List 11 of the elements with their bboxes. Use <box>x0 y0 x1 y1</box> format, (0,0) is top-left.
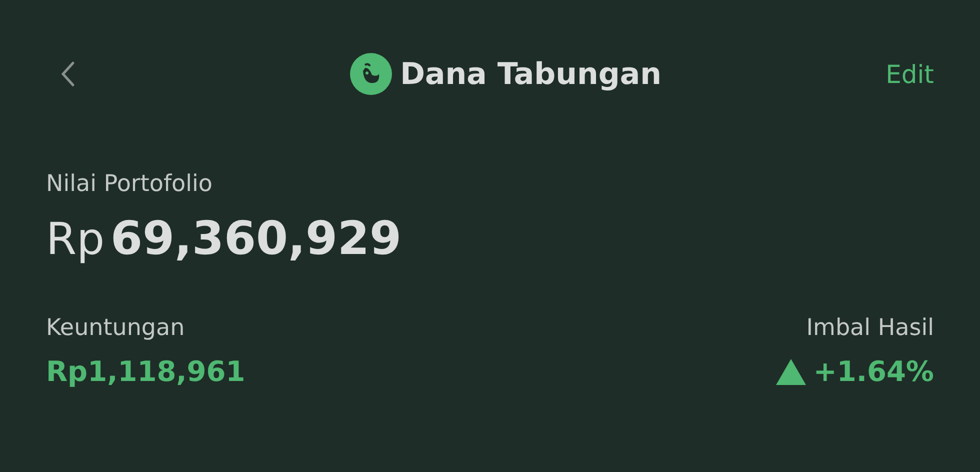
portfolio-label: Nilai Portofolio <box>46 171 214 197</box>
profit-label: Keuntungan <box>46 315 186 341</box>
return-value: +1.64% <box>813 355 934 388</box>
edit-button[interactable]: Edit <box>886 60 934 88</box>
back-icon[interactable] <box>60 60 76 88</box>
return-label: Imbal Hasil <box>806 315 934 341</box>
currency-label: Rp <box>46 214 105 265</box>
page-title: Dana Tabungan <box>400 56 662 92</box>
profit-value: Rp1,118,961 <box>46 355 246 388</box>
portfolio-value: 69,360,929 <box>110 211 402 265</box>
bird-icon <box>350 53 392 95</box>
